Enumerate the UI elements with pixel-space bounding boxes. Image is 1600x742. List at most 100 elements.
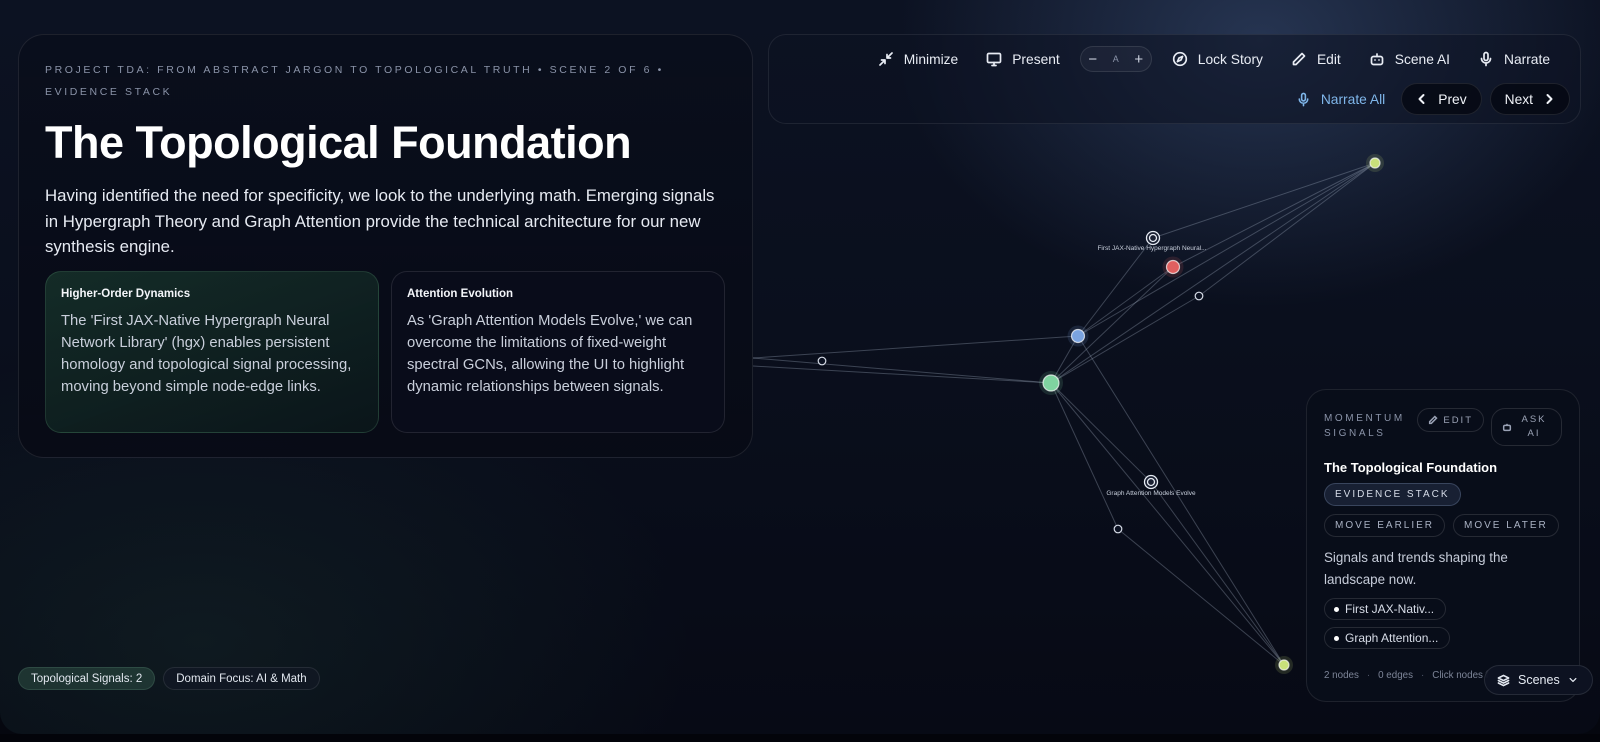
scene-hero-card: PROJECT TDA: FROM ABSTRACT JARGON TO TOP…	[18, 34, 753, 458]
font-size-stepper: − A +	[1079, 46, 1152, 72]
microphone-icon	[1480, 51, 1492, 67]
edge-count: 0 edges	[1378, 670, 1414, 681]
zoom-in-button[interactable]: +	[1127, 51, 1151, 68]
scene-type-tag[interactable]: EVIDENCE STACK	[1324, 483, 1461, 506]
graph-edge	[1077, 266, 1174, 337]
minimize-icon	[878, 52, 893, 66]
bullet-dot-icon	[1334, 635, 1339, 641]
scenes-button[interactable]: Scenes	[1484, 665, 1593, 695]
canvas-stage: First JAX-Native Hypergraph Neural... Gr…	[0, 0, 1600, 734]
panel-description: Signals and trends shaping the landscape…	[1324, 550, 1508, 587]
present-button[interactable]: Present	[972, 45, 1074, 73]
panel-kicker: MOMENTUM SIGNALS	[1324, 413, 1405, 439]
panel-edit-label: EDIT	[1443, 414, 1473, 426]
graph-edge	[1077, 335, 1285, 666]
scenes-label: Scenes	[1518, 673, 1560, 687]
narrate-label: Narrate	[1503, 51, 1550, 67]
graph-node-red[interactable]	[1162, 256, 1184, 278]
graph-edge	[1050, 382, 1152, 483]
momentum-signals-panel: MOMENTUM SIGNALS EDIT ASK AI The Topolog…	[1306, 389, 1580, 702]
signal-chip-label: Graph Attention...	[1345, 631, 1439, 645]
present-label: Present	[1012, 51, 1060, 67]
insight-card-title: Higher-Order Dynamics	[61, 288, 191, 300]
window-bottom-edge	[0, 734, 1600, 742]
prev-label: Prev	[1438, 91, 1467, 107]
lock-story-label: Lock Story	[1197, 51, 1263, 67]
next-button[interactable]: Next	[1489, 83, 1570, 115]
graph-edge	[1050, 382, 1119, 530]
domain-focus-chip: Domain Focus: AI & Math	[163, 667, 320, 690]
move-later-button[interactable]: MOVE LATER	[1453, 514, 1559, 537]
robot-icon	[1502, 423, 1512, 432]
insight-cards: Higher-Order Dynamics The 'First JAX-Nat…	[45, 271, 725, 433]
font-size-indicator: A	[1112, 54, 1119, 64]
graph-node-hyper[interactable]	[1145, 230, 1161, 246]
graph-edge	[1050, 162, 1376, 384]
edit-button[interactable]: Edit	[1277, 45, 1355, 73]
narrate-all-label: Narrate All	[1320, 91, 1386, 107]
chevron-down-icon	[1569, 677, 1577, 683]
graph-edge	[1050, 382, 1285, 666]
graph-node-o2[interactable]	[817, 356, 827, 366]
insight-card-attention[interactable]: Attention Evolution As 'Graph Attention …	[391, 271, 725, 433]
presentation-toolbar: Minimize Present − A + Lock Story Edit S…	[768, 34, 1581, 124]
graph-node-top[interactable]	[1366, 154, 1384, 172]
layers-icon	[1497, 674, 1510, 686]
graph-edge	[752, 335, 1079, 359]
signal-chip[interactable]: Graph Attention...	[1324, 627, 1451, 649]
signal-chip-label: First JAX-Nativ...	[1345, 602, 1435, 616]
minimize-label: Minimize	[903, 51, 959, 67]
scene-lede: Having identified the need for specifici…	[45, 186, 715, 256]
zoom-out-button[interactable]: −	[1081, 51, 1105, 68]
page-title: The Topological Foundation	[45, 117, 632, 168]
graph-node-blue[interactable]	[1067, 325, 1089, 347]
signal-chip[interactable]: First JAX-Nativ...	[1324, 598, 1447, 620]
next-label: Next	[1504, 91, 1533, 107]
graph-node-bot[interactable]	[1275, 656, 1293, 674]
panel-title: The Topological Foundation	[1324, 460, 1498, 475]
node-label-hypergraph: First JAX-Native Hypergraph Neural...	[1097, 245, 1206, 252]
insight-card-body: As 'Graph Attention Models Evolve,' we c…	[407, 313, 693, 395]
graph-node-o1[interactable]	[1194, 291, 1204, 301]
graph-node-o3[interactable]	[1113, 524, 1123, 534]
graph-edge	[752, 357, 1052, 384]
graph-edge	[1198, 162, 1376, 297]
monitor-icon	[986, 52, 1002, 67]
topological-signals-chip: Topological Signals: 2	[18, 667, 156, 690]
compass-icon	[1172, 51, 1187, 67]
graph-node-hub[interactable]	[1039, 371, 1063, 395]
insight-card-body: The 'First JAX-Native Hypergraph Neural …	[61, 313, 352, 395]
edit-label: Edit	[1316, 51, 1341, 67]
status-chips: Topological Signals: 2 Domain Focus: AI …	[18, 667, 320, 690]
pencil-icon	[1429, 415, 1438, 425]
scene-ai-button[interactable]: Scene AI	[1355, 45, 1464, 73]
minimize-button[interactable]: Minimize	[864, 45, 972, 73]
insight-card-title: Attention Evolution	[407, 288, 514, 300]
ask-ai-label: ASK AI	[1521, 414, 1547, 439]
narrate-all-button[interactable]: Narrate All	[1288, 92, 1393, 107]
move-earlier-button[interactable]: MOVE EARLIER	[1324, 514, 1446, 537]
graph-edge	[752, 365, 1052, 384]
pencil-icon	[1292, 52, 1306, 66]
graph-edge	[1152, 162, 1376, 239]
insight-card-higher-order[interactable]: Higher-Order Dynamics The 'First JAX-Nat…	[45, 271, 379, 433]
node-count: 2 nodes	[1324, 670, 1359, 681]
ask-ai-button[interactable]: ASK AI	[1491, 408, 1562, 446]
panel-edit-button[interactable]: EDIT	[1417, 408, 1484, 432]
microphone-icon	[1298, 92, 1309, 106]
robot-icon	[1370, 53, 1384, 66]
breadcrumb: PROJECT TDA: FROM ABSTRACT JARGON TO TOP…	[45, 64, 664, 98]
graph-node-gam[interactable]	[1143, 474, 1159, 490]
graph-edge	[1050, 266, 1174, 384]
lock-story-button[interactable]: Lock Story	[1158, 45, 1277, 73]
scene-ai-label: Scene AI	[1394, 51, 1450, 67]
narrate-button[interactable]: Narrate	[1464, 45, 1564, 73]
graph-edges	[752, 162, 1376, 666]
node-label-graph-attention: Graph Attention Models Evolve	[1106, 490, 1196, 497]
graph-edge	[1150, 481, 1285, 666]
chevron-right-icon	[1546, 94, 1553, 104]
panel-hint: Click nodes f	[1432, 670, 1489, 681]
prev-button[interactable]: Prev	[1401, 83, 1482, 115]
graph-nodes	[817, 154, 1384, 674]
bullet-dot-icon	[1334, 606, 1339, 612]
